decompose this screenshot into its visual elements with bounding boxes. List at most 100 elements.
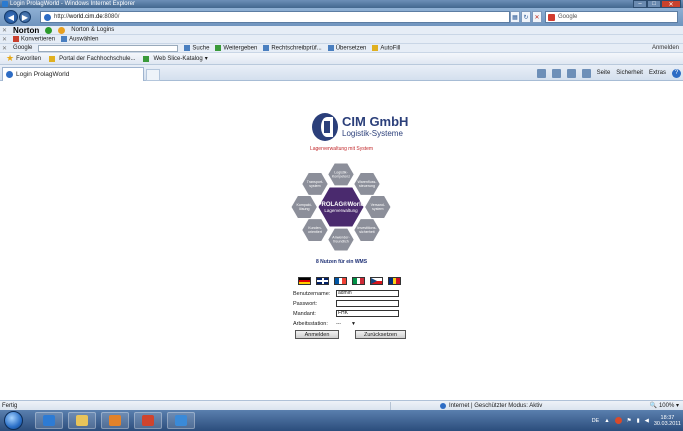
suche-button[interactable]: Suche <box>184 44 209 51</box>
window-title: Login ProlagWorld - Windows Internet Exp… <box>10 1 135 7</box>
volume-icon[interactable]: ◀ <box>645 418 649 424</box>
url-tools: ▦ ↻ ✕ <box>510 11 542 23</box>
username-input[interactable]: admin <box>336 290 399 297</box>
de-flag[interactable] <box>298 277 311 285</box>
powerpoint-taskbar-button[interactable] <box>134 412 162 429</box>
ro-flag[interactable] <box>388 277 401 285</box>
tools-menu[interactable]: Extras <box>649 70 666 76</box>
feeds-icon[interactable] <box>551 68 561 78</box>
safeweb-icon[interactable] <box>58 26 66 34</box>
google-toolbar-label: Google <box>13 45 33 51</box>
mandant-input[interactable]: FHK <box>336 310 399 317</box>
logo-name: CIM GmbH <box>342 114 409 129</box>
station-select[interactable]: --- ▼ <box>336 320 376 327</box>
tab-login-prolagworld[interactable]: Login ProlagWorld <box>2 67 144 81</box>
status-bar: Fertig Internet | Geschützter Modus: Akt… <box>0 400 683 410</box>
close-toolbar-icon[interactable]: ✕ <box>2 36 7 43</box>
locale-indicator[interactable]: DE <box>592 418 600 424</box>
hex-tile-label: system <box>309 184 320 188</box>
close-toolbar-icon[interactable]: ✕ <box>2 45 7 52</box>
reset-button[interactable]: Zurücksetzen <box>355 330 406 339</box>
hex-center-subtitle: Lagerverwaltung <box>324 208 358 213</box>
google-toolbar-input[interactable] <box>38 44 179 52</box>
close-toolbar-icon[interactable]: ✕ <box>2 27 7 34</box>
back-button[interactable]: ◀ <box>4 10 18 24</box>
autofill-button[interactable]: AutoFill <box>372 44 400 51</box>
explorer-taskbar-button[interactable] <box>68 412 96 429</box>
hex-center-title: PROLAG®World <box>318 201 365 208</box>
translate-icon <box>327 44 334 51</box>
print-icon[interactable] <box>581 68 591 78</box>
security-zone[interactable]: Internet | Geschützter Modus: Aktiv <box>440 402 542 409</box>
fr-flag[interactable] <box>334 277 347 285</box>
uk-flag[interactable] <box>316 277 329 285</box>
convert-button[interactable]: Konvertieren <box>13 35 55 42</box>
google-signin-link[interactable]: Anmelden <box>652 45 679 51</box>
spellcheck-icon <box>263 44 270 51</box>
norton-safe-label[interactable]: Norton & Logins <box>71 27 114 33</box>
status-divider <box>390 401 400 410</box>
search-field[interactable]: Google <box>545 11 678 23</box>
it-flag[interactable] <box>352 277 365 285</box>
pdf-icon <box>13 35 20 42</box>
search-placeholder: Google <box>558 14 578 20</box>
tab-title: Login ProlagWorld <box>16 71 70 78</box>
help-icon[interactable]: ? <box>672 68 681 78</box>
mail-icon[interactable] <box>566 68 576 78</box>
flag-icon[interactable]: ⚑ <box>627 418 632 424</box>
tagline: Lagerverwaltung mit System <box>309 146 374 152</box>
language-flags <box>298 277 401 285</box>
safety-menu[interactable]: Sicherheit <box>616 70 643 76</box>
globe-icon <box>440 402 446 409</box>
clock-date: 30.03.2011 <box>653 420 681 427</box>
antivirus-icon[interactable] <box>614 417 622 424</box>
zoom-control[interactable]: 🔍 100% ▾ <box>650 402 679 409</box>
station-label: Arbeitsstation: <box>293 320 328 327</box>
page-menu[interactable]: Seite <box>597 70 611 76</box>
password-input[interactable] <box>336 300 399 307</box>
close-button[interactable]: ✕ <box>661 0 681 8</box>
url-field[interactable]: http://world.cim.de:8080/ <box>40 11 510 23</box>
norton-check-icon[interactable] <box>45 26 53 34</box>
hex-tile-label: sicherheit <box>359 230 374 234</box>
cz-flag[interactable] <box>370 277 383 285</box>
browser-taskbar-button[interactable] <box>167 412 195 429</box>
favorites-button[interactable]: ★ Favoriten <box>6 53 41 64</box>
norton-logo[interactable]: Norton <box>13 26 39 35</box>
compat-view-icon[interactable]: ▦ <box>510 11 520 23</box>
weitergeben-button[interactable]: Weitergeben <box>215 44 257 51</box>
norton-toolbar: ✕ Norton Norton & Logins <box>0 26 683 35</box>
network-icon[interactable]: ▮ <box>637 418 640 424</box>
forward-button[interactable]: ▶ <box>19 11 31 23</box>
ie-taskbar-button[interactable] <box>35 412 63 429</box>
clock[interactable]: 18:37 30.03.2011 <box>654 415 681 427</box>
maximize-button[interactable]: □ <box>647 0 661 8</box>
home-icon[interactable] <box>536 68 546 78</box>
hexagon-diagram: Logistik-KompetenzWarenfluss-steuerungVe… <box>290 162 392 252</box>
username-label: Benutzername: <box>293 290 331 297</box>
password-label: Passwort: <box>293 300 318 307</box>
minimize-button[interactable]: – <box>633 0 647 8</box>
start-button[interactable] <box>4 411 23 430</box>
logo-subtitle: Logistik-Systeme <box>342 129 403 138</box>
web-slice-link[interactable]: Web Slice-Katalog ▾ <box>143 55 208 62</box>
tray-arrow-icon[interactable]: ▲ <box>604 418 609 424</box>
login-button[interactable]: Anmelden <box>295 330 339 339</box>
outlook-taskbar-button[interactable] <box>101 412 129 429</box>
chevron-down-icon: ▼ <box>351 320 356 327</box>
stop-icon[interactable]: ✕ <box>532 11 542 23</box>
url-suffix: :8080/ <box>102 14 120 20</box>
taskbar: DE ▲ ⚑ ▮ ◀ 18:37 30.03.2011 <box>0 410 683 431</box>
favorite-portal-link[interactable]: Portal der Fachhochschule... <box>49 55 135 62</box>
address-bar: ◀ ▶ http://world.cim.de:8080/ ▦ ↻ ✕ Goog… <box>0 8 683 26</box>
translate-button[interactable]: Übersetzen <box>327 44 366 51</box>
new-tab-button[interactable] <box>146 69 160 81</box>
refresh-icon[interactable]: ↻ <box>521 11 531 23</box>
powerpoint-icon <box>142 415 154 426</box>
page-icon <box>44 13 51 21</box>
tab-row: Login ProlagWorld Seite Sicherheit Extra… <box>0 65 683 81</box>
spellcheck-button[interactable]: Rechtschreibprüf... <box>263 44 322 51</box>
outlook-icon <box>109 415 121 426</box>
star-icon: ★ <box>6 53 15 63</box>
select-button[interactable]: Auswählen <box>61 35 98 42</box>
